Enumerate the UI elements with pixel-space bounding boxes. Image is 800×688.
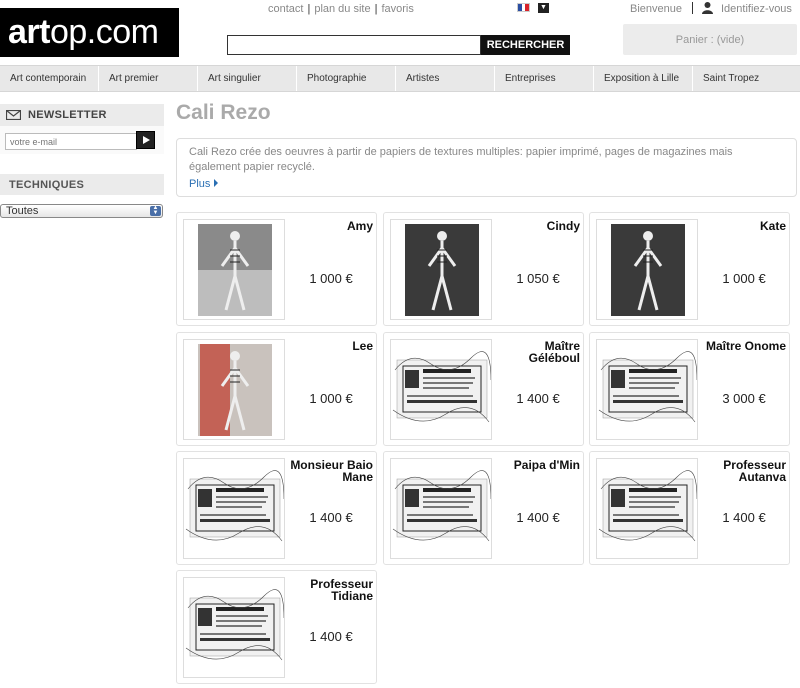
- product-title[interactable]: Professeur Tidiane: [289, 578, 373, 602]
- sitemap-link[interactable]: plan du site: [314, 3, 370, 15]
- product-card[interactable]: Professeur Autanva 1 400 €: [589, 451, 790, 565]
- product-card[interactable]: Maître Géléboul 1 400 €: [383, 332, 584, 446]
- product-price: 1 000 €: [309, 391, 353, 406]
- product-thumbnail[interactable]: [596, 219, 698, 320]
- nav-item-art-singulier[interactable]: Art singulier: [198, 66, 297, 91]
- artist-description: Cali Rezo crée des oeuvres à partir de p…: [189, 146, 733, 173]
- product-title[interactable]: Amy: [289, 220, 373, 232]
- product-price: 1 000 €: [309, 271, 353, 286]
- separator: |: [307, 3, 311, 15]
- page: artop.com contact | plan du site | favoris ▼…: [0, 0, 800, 688]
- product-thumbnail[interactable]: [183, 219, 285, 320]
- product-card[interactable]: Cindy 1 050 €: [383, 212, 584, 326]
- product-title[interactable]: Lee: [289, 340, 373, 352]
- newsletter-submit-button[interactable]: [136, 131, 155, 149]
- product-card[interactable]: Paipa d'Min 1 400 €: [383, 451, 584, 565]
- product-card[interactable]: Kate 1 000 €: [589, 212, 790, 326]
- product-price: 1 400 €: [722, 510, 766, 525]
- product-title[interactable]: Cindy: [496, 220, 580, 232]
- product-thumbnail[interactable]: [183, 577, 285, 678]
- product-price: 3 000 €: [722, 391, 766, 406]
- techniques-header: TECHNIQUES: [0, 174, 164, 195]
- nav-item-exposition-lille[interactable]: Exposition à Lille: [594, 66, 693, 91]
- logo-bold-text: art: [8, 13, 50, 51]
- nav-item-saint-tropez[interactable]: Saint Tropez: [693, 66, 800, 91]
- nav-item-photographie[interactable]: Photographie: [297, 66, 396, 91]
- product-title[interactable]: Paipa d'Min: [496, 459, 580, 471]
- contact-link[interactable]: contact: [268, 3, 303, 15]
- search-input[interactable]: [227, 35, 481, 55]
- techniques-select[interactable]: Toutes ▲ ▼: [0, 204, 163, 218]
- select-arrows-icon: ▲ ▼: [150, 205, 161, 216]
- product-price: 1 400 €: [309, 629, 353, 644]
- product-card[interactable]: Amy 1 000 €: [176, 212, 377, 326]
- newsletter-title: NEWSLETTER: [28, 109, 107, 121]
- product-price: 1 000 €: [722, 271, 766, 286]
- more-link[interactable]: Plus: [189, 178, 218, 190]
- product-thumbnail[interactable]: [596, 458, 698, 559]
- welcome-text: Bienvenue: [630, 3, 682, 15]
- top-links: contact | plan du site | favoris: [268, 3, 414, 15]
- cart-box[interactable]: Panier : (vide): [623, 24, 797, 55]
- product-card[interactable]: Lee 1 000 €: [176, 332, 377, 446]
- french-flag-icon[interactable]: [517, 3, 530, 12]
- product-price: 1 400 €: [516, 391, 560, 406]
- divider: [692, 2, 693, 14]
- nav-item-art-premier[interactable]: Art premier: [99, 66, 198, 91]
- product-thumbnail[interactable]: [596, 339, 698, 440]
- product-card[interactable]: Maître Onome 3 000 €: [589, 332, 790, 446]
- product-card[interactable]: Monsieur Baio Mane 1 400 €: [176, 451, 377, 565]
- nav-item-entreprises[interactable]: Entreprises: [495, 66, 594, 91]
- product-thumbnail[interactable]: [390, 458, 492, 559]
- login-link[interactable]: Identifiez-vous: [721, 3, 792, 15]
- product-card[interactable]: Professeur Tidiane 1 400 €: [176, 570, 377, 684]
- main-nav: Art contemporain Art premier Art singuli…: [0, 65, 800, 92]
- product-title[interactable]: Maître Onome: [702, 340, 786, 352]
- product-price: 1 400 €: [309, 510, 353, 525]
- user-icon: [702, 2, 713, 14]
- site-logo[interactable]: artop.com: [0, 8, 179, 57]
- search-button[interactable]: RECHERCHER: [481, 35, 570, 55]
- product-title[interactable]: Professeur Autanva: [702, 459, 786, 483]
- favorites-link[interactable]: favoris: [381, 3, 413, 15]
- nav-item-art-contemporain[interactable]: Art contemporain: [0, 66, 99, 91]
- page-title: Cali Rezo: [176, 101, 271, 124]
- separator: |: [374, 3, 378, 15]
- artist-description-box: Cali Rezo crée des oeuvres à partir de p…: [176, 138, 797, 197]
- product-thumbnail[interactable]: [390, 339, 492, 440]
- newsletter-header: NEWSLETTER: [0, 104, 164, 126]
- language-dropdown-icon[interactable]: ▼: [538, 3, 549, 13]
- product-title[interactable]: Monsieur Baio Mane: [289, 459, 373, 483]
- product-price: 1 050 €: [516, 271, 560, 286]
- product-thumbnail[interactable]: [390, 219, 492, 320]
- product-title[interactable]: Maître Géléboul: [496, 340, 580, 364]
- email-field[interactable]: [5, 133, 137, 150]
- nav-item-artistes[interactable]: Artistes: [396, 66, 495, 91]
- product-thumbnail[interactable]: [183, 339, 285, 440]
- product-price: 1 400 €: [516, 510, 560, 525]
- logo-rest-text: op.com: [49, 13, 159, 51]
- product-title[interactable]: Kate: [702, 220, 786, 232]
- envelope-icon: [6, 110, 21, 120]
- product-thumbnail[interactable]: [183, 458, 285, 559]
- techniques-title: TECHNIQUES: [9, 179, 85, 191]
- techniques-selected-value: Toutes: [6, 205, 39, 217]
